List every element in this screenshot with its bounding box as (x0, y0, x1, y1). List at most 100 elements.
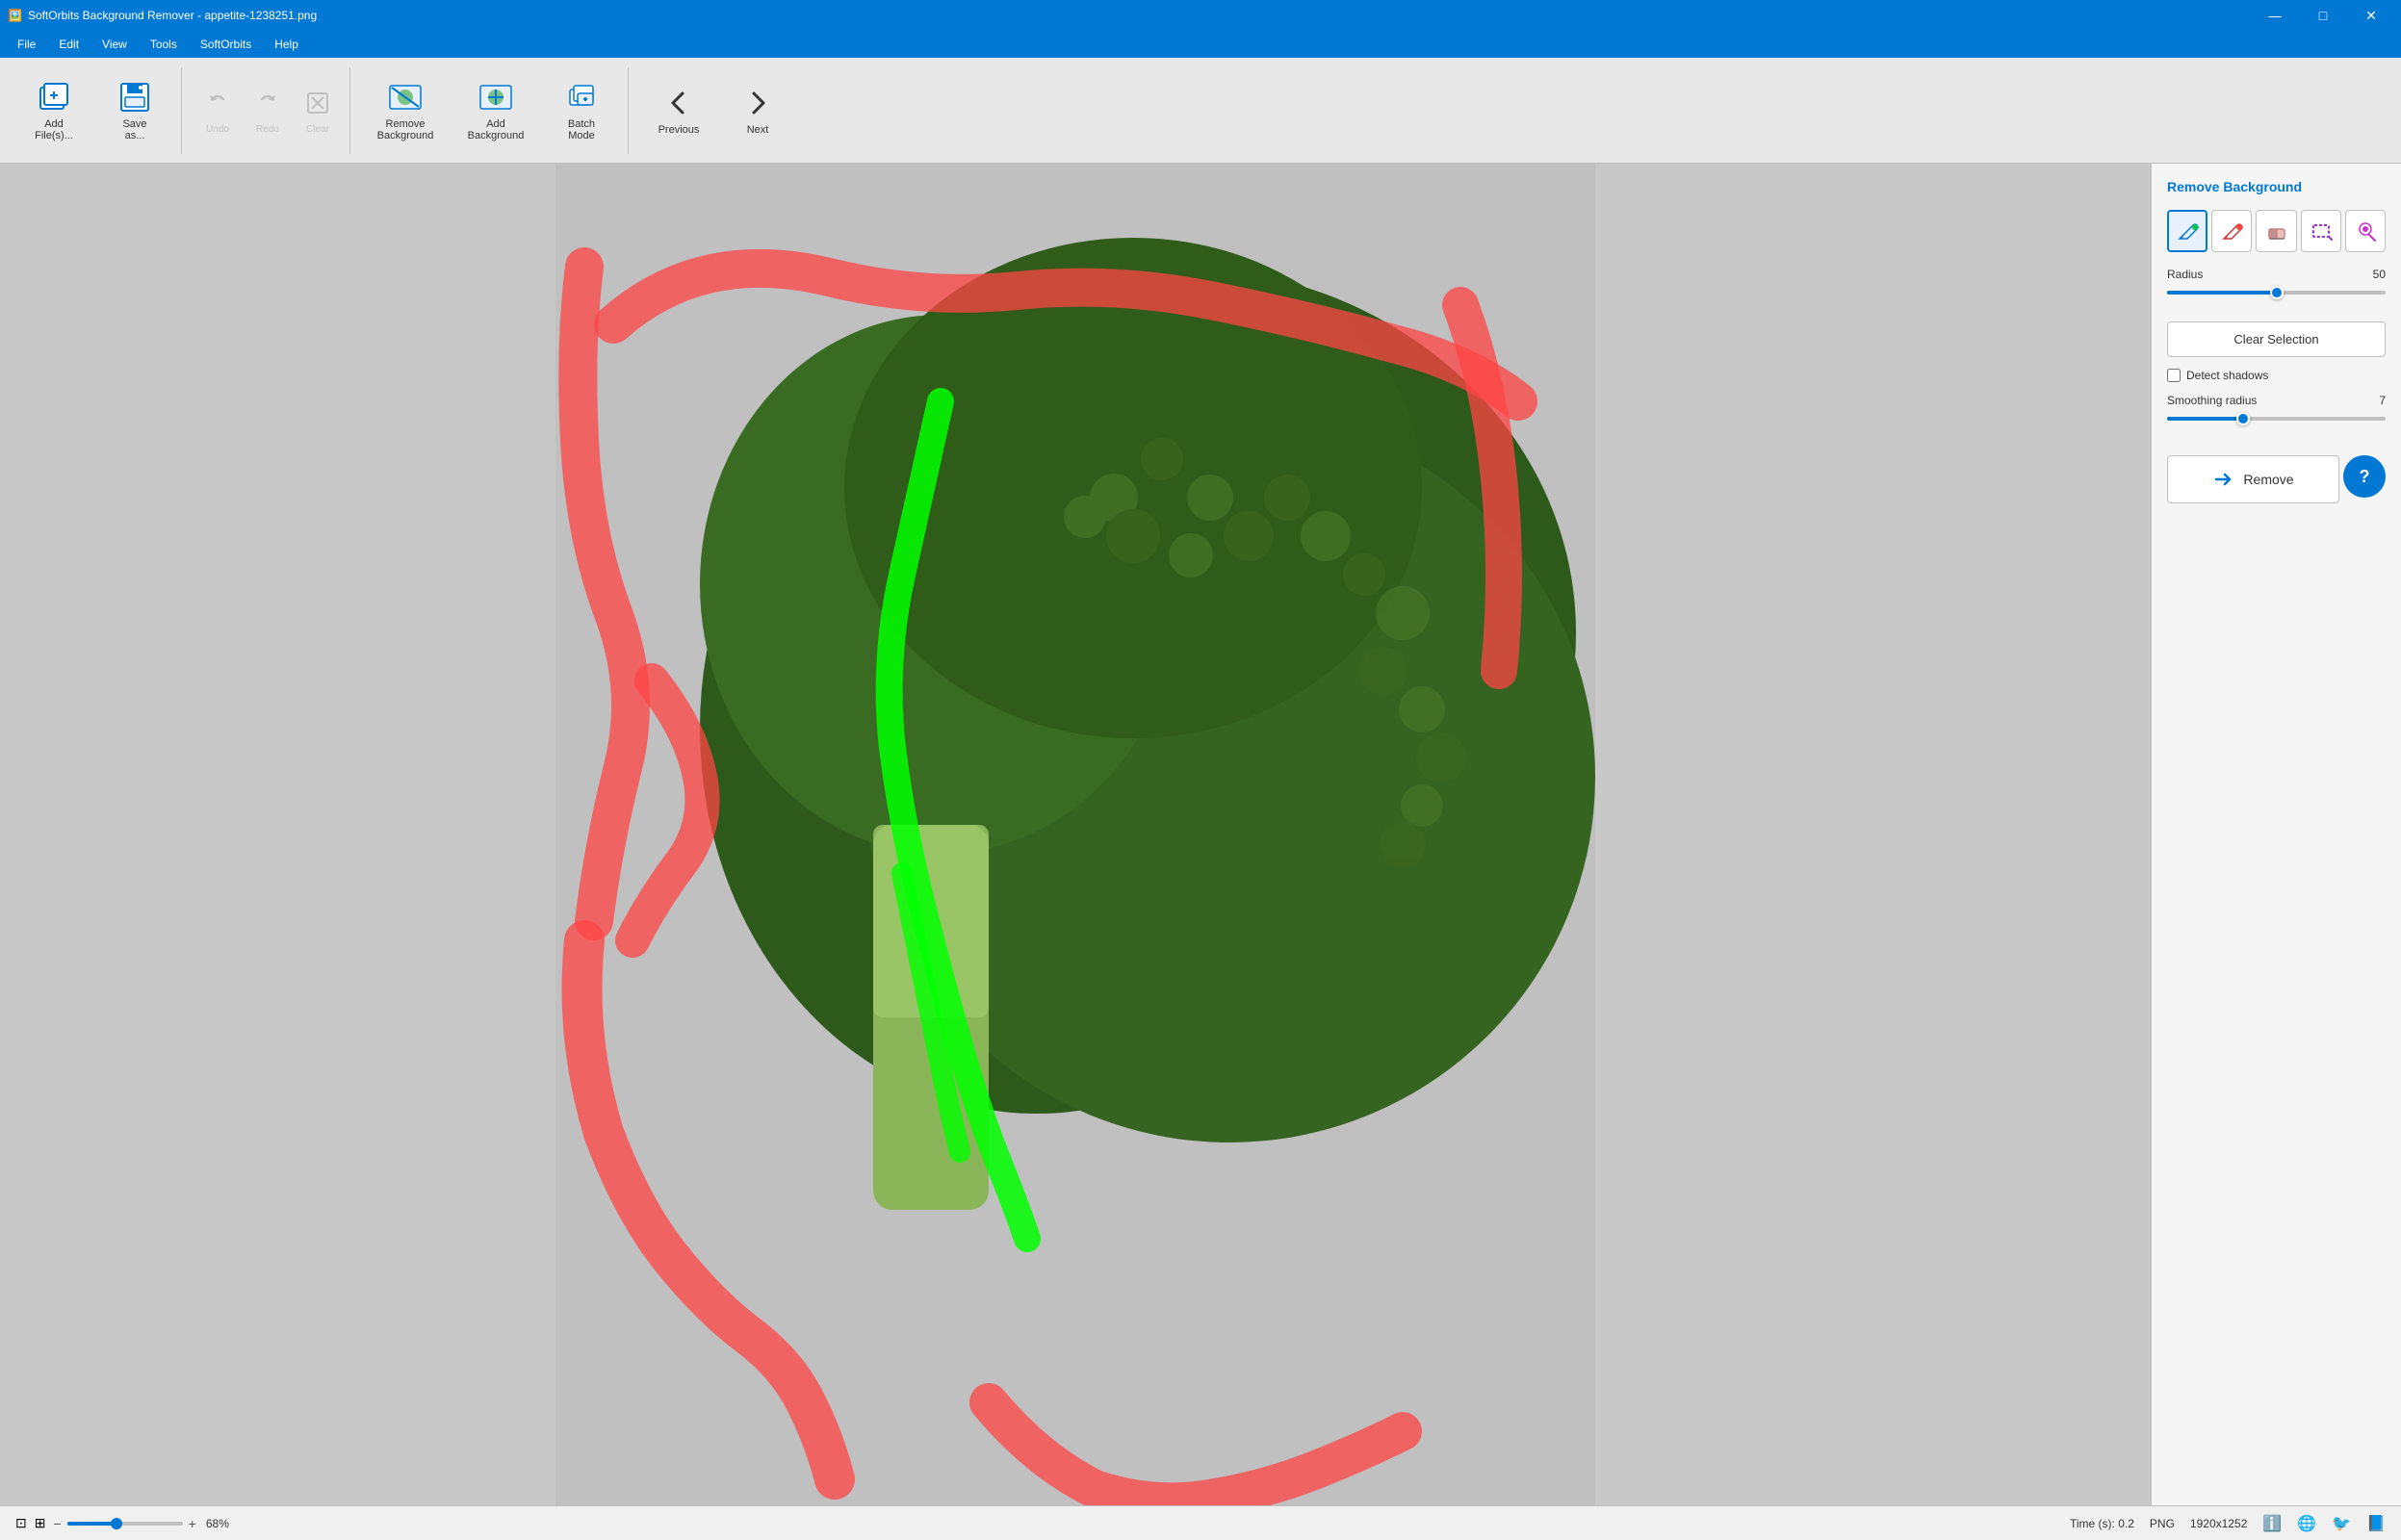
time-display: Time (s): 0.2 (2070, 1517, 2134, 1530)
rect-select-icon (2310, 219, 2333, 243)
redo-label: Redo (256, 124, 279, 135)
maximize-button[interactable]: □ (2301, 0, 2345, 31)
previous-icon (661, 86, 696, 120)
smoothing-radius-label-row: Smoothing radius 7 (2167, 394, 2386, 407)
next-label: Next (747, 124, 769, 136)
clear-label: Clear (306, 124, 329, 135)
zoom-out-button[interactable]: − (53, 1516, 61, 1531)
facebook-button[interactable]: 📘 (2366, 1514, 2386, 1533)
add-files-button[interactable]: AddFile(s)... (15, 71, 92, 150)
save-as-button[interactable]: Saveas... (96, 71, 173, 150)
radius-section: Radius 50 (2167, 268, 2386, 310)
keep-brush-icon (2176, 219, 2199, 243)
redo-icon (250, 86, 285, 120)
help-button[interactable]: ? (2343, 455, 2386, 498)
save-as-icon (117, 80, 152, 115)
minimize-button[interactable]: — (2253, 0, 2297, 31)
menu-softorbits[interactable]: SoftOrbits (191, 36, 261, 53)
remove-background-button[interactable]: RemoveBackground (362, 71, 449, 150)
remove-button[interactable]: Remove (2167, 455, 2339, 503)
radius-value: 50 (2373, 268, 2386, 281)
remove-button-icon (2212, 468, 2235, 491)
undo-button[interactable]: Undo (194, 71, 242, 150)
radius-label: Radius (2167, 268, 2203, 281)
eraser-button[interactable] (2256, 210, 2296, 252)
close-button[interactable]: ✕ (2349, 0, 2393, 31)
add-background-label: AddBackground (468, 118, 525, 141)
clear-button[interactable]: Clear (294, 71, 342, 150)
batch-mode-icon (564, 80, 599, 115)
remove-brush-icon (2220, 219, 2243, 243)
bg-tools-group: RemoveBackground AddBackground (354, 67, 629, 154)
color-select-icon (2354, 219, 2377, 243)
remove-brush-button[interactable] (2211, 210, 2252, 252)
add-background-icon (478, 80, 513, 115)
smoothing-radius-label: Smoothing radius (2167, 394, 2257, 407)
batch-mode-button[interactable]: BatchMode (543, 71, 620, 150)
clear-icon (300, 86, 335, 120)
remove-button-label: Remove (2243, 472, 2293, 487)
save-as-label: Saveas... (122, 118, 146, 141)
detect-shadows-checkbox[interactable] (2167, 369, 2181, 382)
zoom-value: 68% (206, 1517, 229, 1530)
menu-tools[interactable]: Tools (141, 36, 187, 53)
right-panel: Remove Background (2151, 164, 2401, 1505)
twitter-button[interactable]: 🐦 (2332, 1514, 2351, 1533)
previous-button[interactable]: Previous (640, 71, 717, 150)
color-select-button[interactable] (2345, 210, 2386, 252)
smoothing-slider-fill (2167, 417, 2243, 421)
title-text: SoftOrbits Background Remover - appetite… (28, 9, 317, 22)
title-bar: 🖼️ SoftOrbits Background Remover - appet… (0, 0, 2401, 31)
remove-background-label: RemoveBackground (377, 118, 434, 141)
menu-view[interactable]: View (92, 36, 137, 53)
zoom-control: − + 68% (53, 1516, 228, 1531)
actual-size-button[interactable]: ⊞ (35, 1515, 46, 1531)
clear-selection-button[interactable]: Clear Selection (2167, 321, 2386, 357)
add-files-label: AddFile(s)... (35, 118, 73, 141)
redo-button[interactable]: Redo (244, 71, 292, 150)
status-left: ⊡ ⊞ − + 68% (15, 1515, 229, 1531)
info-button[interactable]: ℹ️ (2262, 1514, 2282, 1533)
image-canvas (555, 164, 1595, 1505)
detect-shadows-label[interactable]: Detect shadows (2186, 369, 2268, 382)
next-button[interactable]: Next (719, 71, 796, 150)
previous-label: Previous (658, 124, 700, 136)
dimensions-display: 1920x1252 (2190, 1517, 2247, 1530)
menu-bar: File Edit View Tools SoftOrbits Help (0, 31, 2401, 58)
app-icon: 🖼️ (8, 9, 22, 22)
keep-brush-button[interactable] (2167, 210, 2207, 252)
format-display: PNG (2150, 1517, 2175, 1530)
toolbar: AddFile(s)... Saveas... (0, 58, 2401, 164)
smoothing-radius-value: 7 (2379, 394, 2386, 407)
tool-buttons-group (2167, 210, 2386, 252)
canvas-area[interactable] (0, 164, 2151, 1505)
file-tools-group: AddFile(s)... Saveas... (8, 67, 182, 154)
radius-slider-track (2167, 291, 2386, 295)
smoothing-slider-thumb[interactable] (2236, 412, 2250, 425)
remove-background-icon (388, 80, 423, 115)
add-background-button[interactable]: AddBackground (452, 71, 539, 150)
zoom-thumb[interactable] (111, 1518, 122, 1529)
rect-select-button[interactable] (2301, 210, 2341, 252)
title-controls: — □ ✕ (2253, 0, 2393, 31)
smoothing-radius-section: Smoothing radius 7 (2167, 394, 2386, 436)
menu-file[interactable]: File (8, 36, 45, 53)
menu-edit[interactable]: Edit (49, 36, 89, 53)
canvas-container (0, 164, 2151, 1505)
status-bar: ⊡ ⊞ − + 68% Time (s): 0.2 PNG 1920x1252 … (0, 1505, 2401, 1540)
menu-help[interactable]: Help (265, 36, 308, 53)
web-button[interactable]: 🌐 (2297, 1514, 2316, 1533)
next-icon (740, 86, 775, 120)
zoom-track (67, 1522, 183, 1526)
main-content: Remove Background (0, 164, 2401, 1505)
eraser-icon (2265, 219, 2288, 243)
radius-slider-thumb[interactable] (2270, 286, 2284, 299)
fit-view-button[interactable]: ⊡ (15, 1515, 27, 1531)
undo-label: Undo (206, 124, 229, 135)
title-icon: 🖼️ SoftOrbits Background Remover - appet… (8, 9, 317, 22)
history-tools-group: Undo Redo Clear (186, 67, 350, 154)
radius-label-row: Radius 50 (2167, 268, 2386, 281)
smoothing-slider-track (2167, 417, 2386, 421)
radius-slider-fill (2167, 291, 2277, 295)
zoom-in-button[interactable]: + (189, 1516, 196, 1531)
